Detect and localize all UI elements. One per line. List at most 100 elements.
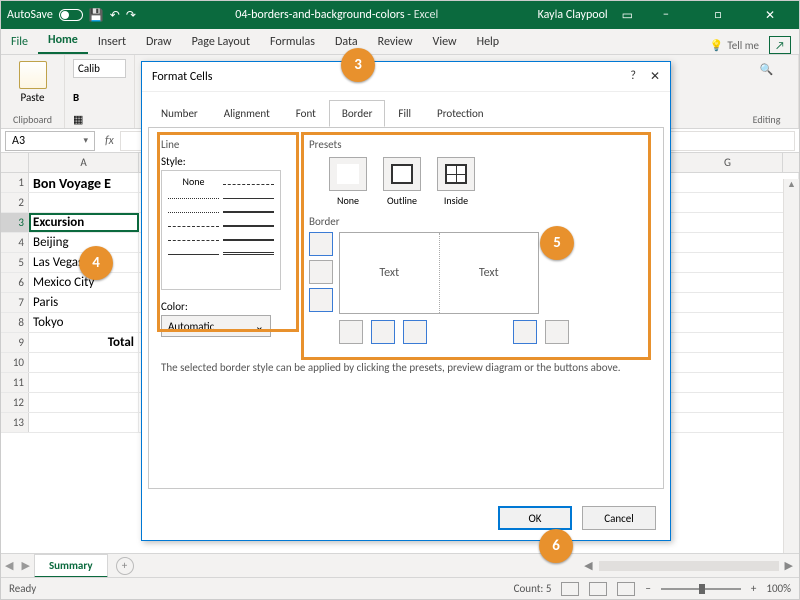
row-header[interactable]: 8 [1,313,29,332]
row-header[interactable]: 12 [1,393,29,412]
ribbon-tab-review[interactable]: Review [368,30,423,54]
ribbon-tab-insert[interactable]: Insert [88,30,136,54]
row-header[interactable]: 5 [1,253,29,272]
cell-a[interactable]: Excursion [29,213,139,232]
cell-a[interactable] [29,373,139,392]
zoom-slider[interactable] [661,588,741,590]
border-middle-h-button[interactable] [309,260,333,284]
line-style-medium[interactable] [223,203,274,213]
border-preview[interactable]: Text Text [339,232,539,314]
autosave-toggle[interactable] [59,9,83,21]
fx-icon[interactable]: fx [99,134,120,148]
zoom-in-button[interactable]: + [751,582,756,595]
line-style-dot2[interactable] [168,203,219,213]
ribbon-options-icon[interactable]: ▭ [622,8,633,23]
ribbon-tab-view[interactable]: View [423,30,467,54]
font-name-box[interactable]: Calib [73,59,126,78]
dialog-tab-border[interactable]: Border [329,100,386,127]
col-header-g[interactable]: G [673,153,783,172]
border-color-dropdown[interactable]: Automatic ⌄ [161,315,271,337]
border-top-button[interactable] [309,232,333,256]
hscroll-left-icon[interactable]: ◀ [584,559,592,572]
name-box[interactable]: A3 ▾ [5,131,95,151]
line-style-none[interactable]: None [168,175,219,185]
ribbon-tab-page-layout[interactable]: Page Layout [182,30,260,54]
row-header[interactable]: 9 [1,333,29,352]
cell-a[interactable]: Total [29,333,139,352]
sheet-nav-prev[interactable]: ◀ [1,559,17,572]
dialog-close-icon[interactable]: ✕ [650,69,660,84]
dialog-tab-number[interactable]: Number [148,100,211,127]
border-diag-up-button[interactable] [339,320,363,344]
cell-a[interactable] [29,353,139,372]
line-style-dash3[interactable] [168,231,219,241]
qat-save-icon[interactable]: 💾 [89,8,104,23]
zoom-out-button[interactable]: − [645,582,650,595]
ribbon-tab-draw[interactable]: Draw [136,30,182,54]
line-style-dot1[interactable] [168,189,219,199]
border-diag-down-button[interactable] [545,320,569,344]
paste-icon[interactable] [19,61,47,89]
dialog-tab-fill[interactable]: Fill [385,100,424,127]
bold-button[interactable]: B [73,91,79,104]
line-style-thick[interactable] [223,217,274,227]
row-header[interactable]: 7 [1,293,29,312]
col-header-a[interactable]: A [29,153,139,172]
line-style-thin2[interactable] [168,245,219,255]
hscroll-right-icon[interactable]: ▶ [785,559,793,572]
vertical-scrollbar[interactable]: ▲ [783,179,799,553]
row-header[interactable]: 13 [1,413,29,432]
window-maximize[interactable]: □ [699,1,737,29]
dialog-tab-alignment[interactable]: Alignment [211,100,283,127]
sheet-nav-next[interactable]: ▶ [17,559,33,572]
line-style-double[interactable] [223,245,274,255]
row-header[interactable]: 1 [1,173,29,192]
row-header[interactable]: 6 [1,273,29,292]
line-style-thin[interactable] [223,189,274,199]
editing-group[interactable]: 🔍 [743,63,790,76]
window-close[interactable]: ✕ [751,1,789,29]
cell-a[interactable] [29,193,139,212]
share-button[interactable]: ↗ [769,36,791,54]
borders-button[interactable]: ▦ [73,113,83,126]
select-all-corner[interactable] [1,153,29,172]
view-page-layout-icon[interactable] [589,582,607,596]
sheet-tab-summary[interactable]: Summary [34,554,108,578]
qat-redo-icon[interactable]: ↷ [126,8,136,23]
cell-a[interactable] [29,413,139,432]
ribbon-tab-home[interactable]: Home [38,28,88,54]
row-header[interactable]: 10 [1,353,29,372]
ribbon-tab-formulas[interactable]: Formulas [260,30,325,54]
row-header[interactable]: 11 [1,373,29,392]
add-sheet-button[interactable]: + [116,557,134,575]
ribbon-tab-help[interactable]: Help [467,30,510,54]
cell-a[interactable]: Tokyo [29,313,139,332]
cell-a[interactable] [29,393,139,412]
border-right-button[interactable] [513,320,537,344]
row-header[interactable]: 3 [1,213,29,232]
window-minimize[interactable]: − [647,1,685,29]
view-page-break-icon[interactable] [617,582,635,596]
user-name[interactable]: Kayla Claypool [538,8,608,22]
preset-none-button[interactable] [329,157,367,191]
dialog-tab-protection[interactable]: Protection [424,100,497,127]
view-normal-icon[interactable] [561,582,579,596]
dialog-tab-font[interactable]: Font [283,100,329,127]
row-header[interactable]: 2 [1,193,29,212]
dialog-help-icon[interactable]: ? [630,69,636,84]
qat-undo-icon[interactable]: ↶ [110,8,120,23]
row-header[interactable]: 4 [1,233,29,252]
tell-me-search[interactable]: 💡 Tell me [710,39,759,52]
horizontal-scrollbar[interactable] [599,561,779,571]
border-bottom-button[interactable] [309,288,333,312]
ribbon-tab-file[interactable]: File [1,30,38,54]
line-style-heavy[interactable] [223,231,274,241]
line-style-dash2[interactable] [168,217,219,227]
cell-a[interactable]: Bon Voyage E [29,173,139,192]
cancel-button[interactable]: Cancel [582,506,656,530]
preset-inside-button[interactable] [437,157,475,191]
paste-label[interactable]: Paste [9,91,56,104]
line-style-picker[interactable]: None [161,170,281,290]
scroll-up-icon[interactable]: ▲ [784,179,799,190]
chevron-down-icon[interactable]: ▾ [83,135,88,146]
